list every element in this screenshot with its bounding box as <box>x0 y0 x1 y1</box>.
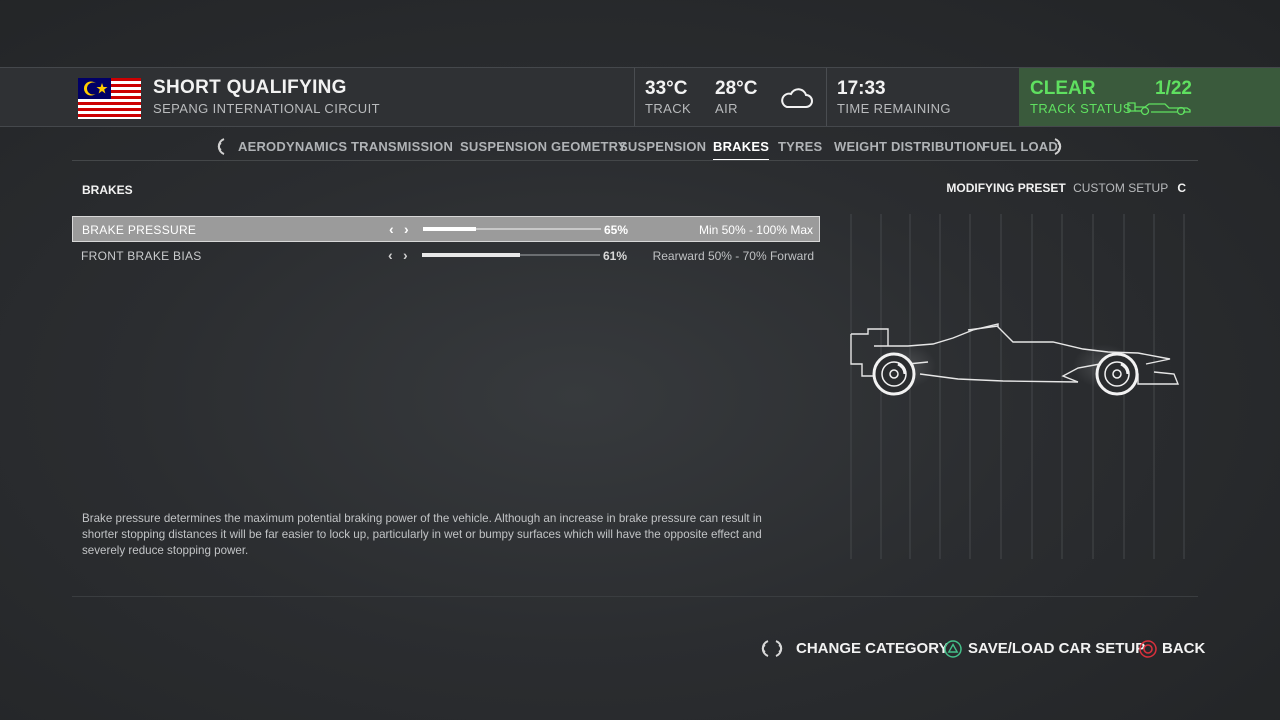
setting-slider[interactable] <box>423 227 601 231</box>
session-header: SHORT QUALIFYING SEPANG INTERNATIONAL CI… <box>0 67 1280 127</box>
circuit-name: SEPANG INTERNATIONAL CIRCUIT <box>153 101 380 116</box>
decrease-arrow-icon[interactable]: ‹ <box>389 221 394 237</box>
rear-brake-icon <box>872 352 916 396</box>
lap-counter: 1/22 <box>1155 78 1192 99</box>
decrease-arrow-icon[interactable]: ‹ <box>388 247 393 263</box>
r1-bumper-icon[interactable] <box>1052 138 1065 155</box>
panel-divider <box>72 596 1198 597</box>
l1-bumper-icon[interactable] <box>214 138 227 155</box>
tab-suspension[interactable]: SUSPENSION <box>619 139 706 154</box>
setting-value: 61% <box>603 249 628 263</box>
slider-fill <box>422 253 520 257</box>
preset-indicator: MODIFYING PRESET CUSTOM SETUP C <box>946 181 1186 195</box>
setting-value: 65% <box>604 223 629 237</box>
preset-label: MODIFYING PRESET <box>946 181 1066 195</box>
increase-arrow-icon[interactable]: › <box>404 221 409 237</box>
track-status-value: CLEAR <box>1030 78 1096 99</box>
triangle-button-icon <box>944 640 962 658</box>
track-temperature-label: TRACK <box>645 101 692 116</box>
setting-range: Min 50% - 100% Max <box>698 223 813 237</box>
tab-fuel-load[interactable]: FUEL LOAD <box>982 139 1058 154</box>
tab-brakes[interactable]: BRAKES <box>713 139 770 161</box>
increase-arrow-icon[interactable]: › <box>403 247 408 263</box>
bumpers-icon <box>761 640 783 657</box>
setting-range: Rearward 50% - 70% Forward <box>652 249 814 263</box>
tab-tyres[interactable]: TYRES <box>778 139 822 154</box>
change-category-button[interactable]: CHANGE CATEGORY <box>796 640 949 657</box>
category-tabs: AERODYNAMICS TRANSMISSION SUSPENSION GEO… <box>0 137 1280 161</box>
track-temperature: 33°C <box>645 78 688 99</box>
preset-name: CUSTOM SETUP <box>1073 181 1168 195</box>
track-status-label: TRACK STATUS <box>1030 101 1132 116</box>
malaysia-flag-icon <box>78 78 141 119</box>
preset-letter: C <box>1177 181 1186 195</box>
front-brake-icon <box>1095 352 1139 396</box>
cloud-icon <box>781 88 813 108</box>
air-temperature: 28°C <box>715 78 758 99</box>
setting-label: FRONT BRAKE BIAS <box>81 249 202 263</box>
car-status-icon <box>1127 102 1191 116</box>
save-load-setup-button[interactable]: SAVE/LOAD CAR SETUP <box>968 640 1145 657</box>
setting-description: Brake pressure determines the maximum po… <box>82 512 762 557</box>
section-title: BRAKES <box>82 183 133 197</box>
session-title: SHORT QUALIFYING <box>153 77 347 98</box>
track-status-panel: CLEAR 1/22 TRACK STATUS <box>1019 68 1280 126</box>
header-divider <box>634 68 635 126</box>
time-remaining-label: TIME REMAINING <box>837 101 951 116</box>
car-brake-diagram <box>850 214 1185 559</box>
setting-row-brake-pressure[interactable]: BRAKE PRESSURE ‹ › 65% Min 50% - 100% Ma… <box>72 216 820 242</box>
time-remaining: 17:33 <box>837 78 886 99</box>
setting-label: BRAKE PRESSURE <box>82 223 197 237</box>
setting-slider[interactable] <box>422 253 600 257</box>
circle-button-icon <box>1139 640 1157 658</box>
tab-suspension-geometry[interactable]: SUSPENSION GEOMETRY <box>460 139 627 154</box>
header-divider <box>826 68 827 126</box>
tab-transmission[interactable]: TRANSMISSION <box>351 139 453 154</box>
tab-weight-distribution[interactable]: WEIGHT DISTRIBUTION <box>834 139 986 154</box>
tab-aerodynamics[interactable]: AERODYNAMICS <box>238 139 347 154</box>
tabs-divider <box>72 160 1198 161</box>
air-temperature-label: AIR <box>715 101 738 116</box>
slider-fill <box>423 227 477 231</box>
setting-row-front-brake-bias[interactable]: FRONT BRAKE BIAS ‹ › 61% Rearward 50% - … <box>72 243 820 269</box>
back-button[interactable]: BACK <box>1162 640 1205 657</box>
